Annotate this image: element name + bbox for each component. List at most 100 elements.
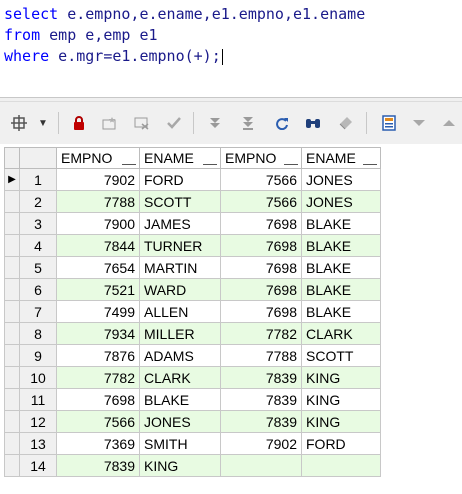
cell-mgr-ename[interactable]: BLAKE: [301, 212, 381, 235]
cell-empno[interactable]: 7566: [56, 410, 140, 433]
table-row[interactable]: 4 7844 TURNER 7698 BLAKE: [4, 234, 381, 257]
row-number[interactable]: 14: [19, 454, 57, 477]
cell-mgr-ename[interactable]: [301, 454, 381, 477]
post-changes-icon[interactable]: [165, 114, 183, 132]
cell-ename[interactable]: KING: [139, 454, 221, 477]
cell-mgr-empno[interactable]: 7698: [220, 256, 302, 279]
dropdown-arrow-icon[interactable]: ▼: [34, 114, 52, 132]
cell-ename[interactable]: BLAKE: [139, 388, 221, 411]
table-row[interactable]: 14 7839 KING: [4, 454, 381, 477]
cell-ename[interactable]: MILLER: [139, 322, 221, 345]
column-header-empno[interactable]: EMPNO: [56, 147, 140, 169]
clear-icon[interactable]: [337, 114, 355, 132]
find-icon[interactable]: [304, 114, 322, 132]
cell-empno[interactable]: 7900: [56, 212, 140, 235]
table-row[interactable]: 6 7521 WARD 7698 BLAKE: [4, 278, 381, 301]
first-record-icon[interactable]: [206, 114, 224, 132]
cell-ename[interactable]: MARTIN: [139, 256, 221, 279]
cell-empno[interactable]: 7499: [56, 300, 140, 323]
cell-mgr-ename[interactable]: JONES: [301, 168, 381, 191]
cell-ename[interactable]: CLARK: [139, 366, 221, 389]
table-row[interactable]: 11 7698 BLAKE 7839 KING: [4, 388, 381, 411]
cell-mgr-empno[interactable]: 7902: [220, 432, 302, 455]
cell-ename[interactable]: SCOTT: [139, 190, 221, 213]
cell-mgr-ename[interactable]: BLAKE: [301, 234, 381, 257]
cell-mgr-empno[interactable]: 7698: [220, 300, 302, 323]
table-row[interactable]: 2 7788 SCOTT 7566 JONES: [4, 190, 381, 213]
cell-mgr-ename[interactable]: KING: [301, 410, 381, 433]
export-icon[interactable]: [380, 114, 398, 132]
table-row[interactable]: 13 7369 SMITH 7902 FORD: [4, 432, 381, 455]
cell-mgr-empno[interactable]: 7788: [220, 344, 302, 367]
cell-ename[interactable]: FORD: [139, 168, 221, 191]
cell-mgr-empno[interactable]: 7839: [220, 388, 302, 411]
cell-empno[interactable]: 7902: [56, 168, 140, 191]
row-number[interactable]: 6: [19, 278, 57, 301]
scroll-down-icon[interactable]: [410, 114, 428, 132]
cell-mgr-ename[interactable]: CLARK: [301, 322, 381, 345]
row-number[interactable]: 12: [19, 410, 57, 433]
cell-mgr-empno[interactable]: 7698: [220, 234, 302, 257]
table-row[interactable]: 12 7566 JONES 7839 KING: [4, 410, 381, 433]
row-number[interactable]: 2: [19, 190, 57, 213]
row-number[interactable]: 11: [19, 388, 57, 411]
cell-empno[interactable]: 7654: [56, 256, 140, 279]
cell-ename[interactable]: JAMES: [139, 212, 221, 235]
delete-record-icon[interactable]: [133, 114, 151, 132]
cell-mgr-ename[interactable]: BLAKE: [301, 278, 381, 301]
table-row[interactable]: ▶ 1 7902 FORD 7566 JONES: [4, 168, 381, 191]
cell-mgr-ename[interactable]: JONES: [301, 190, 381, 213]
column-header-mgr-ename[interactable]: ENAME: [301, 147, 381, 169]
insert-record-icon[interactable]: [101, 114, 119, 132]
cell-mgr-empno[interactable]: 7839: [220, 410, 302, 433]
row-number[interactable]: 4: [19, 234, 57, 257]
cell-ename[interactable]: ADAMS: [139, 344, 221, 367]
cell-empno[interactable]: 7369: [56, 432, 140, 455]
cell-mgr-empno[interactable]: 7782: [220, 322, 302, 345]
row-number[interactable]: 3: [19, 212, 57, 235]
row-number[interactable]: 8: [19, 322, 57, 345]
cell-mgr-empno[interactable]: 7698: [220, 212, 302, 235]
cell-empno[interactable]: 7698: [56, 388, 140, 411]
cell-mgr-empno[interactable]: [220, 454, 302, 477]
cell-mgr-ename[interactable]: FORD: [301, 432, 381, 455]
cell-empno[interactable]: 7934: [56, 322, 140, 345]
cell-ename[interactable]: JONES: [139, 410, 221, 433]
lock-icon[interactable]: [70, 114, 88, 132]
sql-editor[interactable]: select e.empno,e.ename,e1.empno,e1.ename…: [0, 0, 462, 90]
cell-empno[interactable]: 7782: [56, 366, 140, 389]
row-number[interactable]: 7: [19, 300, 57, 323]
cell-mgr-ename[interactable]: BLAKE: [301, 300, 381, 323]
row-number[interactable]: 1: [19, 168, 57, 191]
cell-empno[interactable]: 7839: [56, 454, 140, 477]
cell-ename[interactable]: SMITH: [139, 432, 221, 455]
cell-mgr-ename[interactable]: KING: [301, 388, 381, 411]
last-record-icon[interactable]: [239, 114, 257, 132]
cell-mgr-empno[interactable]: 7566: [220, 168, 302, 191]
column-header-mgr-empno[interactable]: EMPNO: [220, 147, 302, 169]
scroll-up-icon[interactable]: [440, 114, 458, 132]
cell-ename[interactable]: ALLEN: [139, 300, 221, 323]
cell-mgr-empno[interactable]: 7839: [220, 366, 302, 389]
table-row[interactable]: 7 7499 ALLEN 7698 BLAKE: [4, 300, 381, 323]
refresh-icon[interactable]: [273, 114, 291, 132]
cell-empno[interactable]: 7844: [56, 234, 140, 257]
cell-empno[interactable]: 7876: [56, 344, 140, 367]
column-header-ename[interactable]: ENAME: [139, 147, 221, 169]
cell-mgr-ename[interactable]: KING: [301, 366, 381, 389]
table-row[interactable]: 9 7876 ADAMS 7788 SCOTT: [4, 344, 381, 367]
cell-mgr-ename[interactable]: BLAKE: [301, 256, 381, 279]
table-row[interactable]: 5 7654 MARTIN 7698 BLAKE: [4, 256, 381, 279]
row-number[interactable]: 5: [19, 256, 57, 279]
cell-ename[interactable]: TURNER: [139, 234, 221, 257]
grid-options-icon[interactable]: [10, 114, 28, 132]
table-row[interactable]: 8 7934 MILLER 7782 CLARK: [4, 322, 381, 345]
row-number[interactable]: 13: [19, 432, 57, 455]
table-row[interactable]: 10 7782 CLARK 7839 KING: [4, 366, 381, 389]
table-row[interactable]: 3 7900 JAMES 7698 BLAKE: [4, 212, 381, 235]
row-number[interactable]: 10: [19, 366, 57, 389]
cell-mgr-ename[interactable]: SCOTT: [301, 344, 381, 367]
cell-mgr-empno[interactable]: 7566: [220, 190, 302, 213]
cell-empno[interactable]: 7521: [56, 278, 140, 301]
cell-mgr-empno[interactable]: 7698: [220, 278, 302, 301]
